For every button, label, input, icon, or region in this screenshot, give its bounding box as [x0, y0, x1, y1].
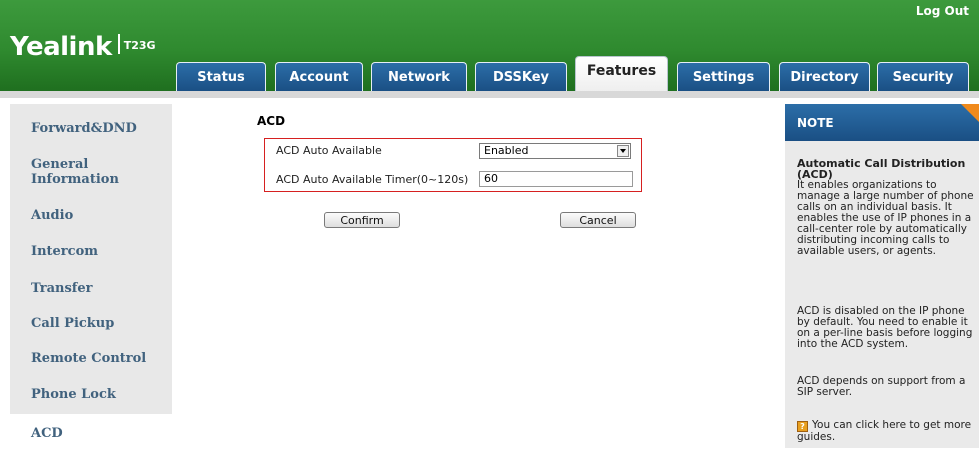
note-title: NOTE	[797, 115, 834, 130]
tab-status[interactable]: Status	[176, 62, 266, 91]
acd-timer-input[interactable]: 60	[479, 171, 633, 187]
sidebar-item-transfer[interactable]: Transfer	[31, 281, 171, 296]
tab-dsskey[interactable]: DSSKey	[475, 62, 567, 91]
sidebar-item-audio[interactable]: Audio	[31, 208, 171, 223]
yealink-logo: Yealink T23G	[10, 32, 156, 62]
note-paragraph-1: It enables organizations to manage a lar…	[797, 179, 974, 257]
note-subtitle: Automatic Call Distribution (ACD)	[797, 157, 966, 181]
note-paragraph-2: ACD is disabled on the IP phone by defau…	[797, 305, 973, 350]
sidebar-item-general-information[interactable]: General Information	[31, 157, 171, 187]
tab-settings[interactable]: Settings	[677, 62, 770, 91]
logo-text: Yealink	[10, 32, 112, 62]
sidebar-item-acd[interactable]: ACD	[31, 416, 171, 450]
acd-auto-available-value: Enabled	[484, 144, 529, 157]
section-title: ACD	[257, 114, 286, 128]
sidebar-item-forward-dnd[interactable]: Forward&DND	[31, 121, 171, 136]
sidebar-panel	[10, 104, 172, 414]
acd-auto-available-select[interactable]: Enabled	[479, 143, 631, 159]
note-paragraph-3: ACD depends on support from a SIP server…	[797, 375, 966, 398]
sidebar-item-remote-control[interactable]: Remote Control	[31, 351, 171, 366]
confirm-button[interactable]: Confirm	[324, 212, 400, 228]
tab-features[interactable]: Features	[575, 56, 668, 92]
logout-link[interactable]: Log Out	[916, 4, 969, 18]
sidebar: Forward&DND General Information Audio In…	[0, 98, 178, 450]
note-header: NOTE	[785, 104, 979, 141]
note-corner-accent	[961, 104, 979, 122]
note-panel: NOTE Automatic Call Distribution (ACD) I…	[785, 104, 979, 448]
tab-directory[interactable]: Directory	[779, 62, 870, 91]
sidebar-item-intercom[interactable]: Intercom	[31, 244, 171, 259]
tab-account[interactable]: Account	[275, 62, 363, 91]
acd-auto-available-label: ACD Auto Available	[276, 144, 382, 157]
model-label: T23G	[123, 39, 156, 52]
tab-security[interactable]: Security	[877, 62, 969, 91]
guide-text: You can click here to get more guides.	[797, 419, 972, 443]
tab-network[interactable]: Network	[371, 62, 467, 91]
sidebar-item-call-pickup[interactable]: Call Pickup	[31, 316, 171, 331]
header-bar: Log Out Yealink T23G Status Account Netwo…	[0, 0, 979, 92]
sidebar-item-phone-lock[interactable]: Phone Lock	[31, 387, 171, 402]
guide-link[interactable]: ? You can click here to get more guides.	[797, 420, 975, 443]
cancel-button[interactable]: Cancel	[560, 212, 636, 228]
acd-timer-label: ACD Auto Available Timer(0~120s)	[276, 173, 469, 186]
tab-underline-bar	[0, 91, 979, 98]
main-content: ACD ACD Auto Available Enabled ACD Auto …	[178, 98, 782, 448]
chevron-down-icon[interactable]	[617, 145, 629, 157]
